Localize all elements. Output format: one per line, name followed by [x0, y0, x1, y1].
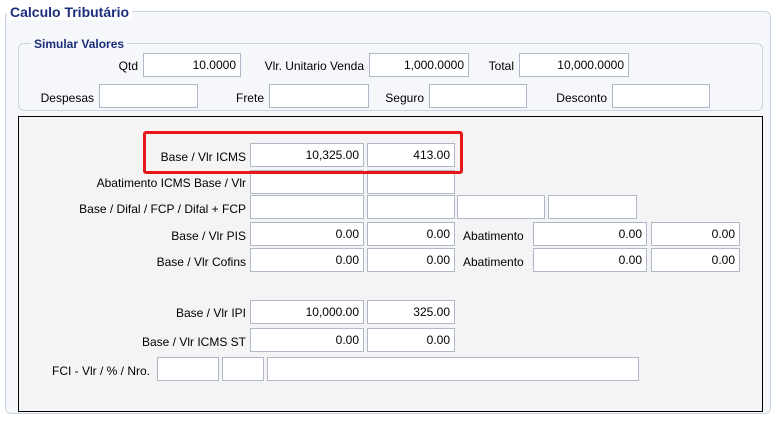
frete-field[interactable] — [269, 84, 369, 108]
cofins-abatimento-vlr-field[interactable] — [651, 248, 740, 272]
vlr-unitario-label: Vlr. Unitario Venda — [264, 59, 364, 73]
ipi-base-field[interactable] — [250, 300, 364, 324]
ipi-vlr-field[interactable] — [367, 300, 455, 324]
cofins-base-field[interactable] — [250, 248, 364, 272]
seguro-label: Seguro — [385, 91, 424, 105]
total-label: Total — [488, 59, 514, 73]
fci-nro-field[interactable] — [267, 357, 639, 381]
icms-st-label: Base / Vlr ICMS ST — [141, 335, 246, 349]
cofins-label: Base / Vlr Cofins — [156, 255, 246, 269]
fci-pct-field[interactable] — [222, 357, 264, 381]
simular-valores-legend: Simular Valores — [31, 37, 128, 51]
abatimento-icms-label: Abatimento ICMS Base / Vlr — [96, 176, 246, 190]
frete-label: Frete — [235, 91, 264, 105]
difal-plus-fcp-field[interactable] — [548, 195, 637, 219]
difal-base-field[interactable] — [250, 195, 364, 219]
pis-base-field[interactable] — [250, 222, 364, 246]
fci-vlr-field[interactable] — [157, 357, 219, 381]
cofins-vlr-field[interactable] — [367, 248, 455, 272]
difal-label: Base / Difal / FCP / Difal + FCP — [79, 202, 246, 216]
desconto-field[interactable] — [612, 84, 710, 108]
cofins-abatimento-base-field[interactable] — [533, 248, 647, 272]
fci-label: FCI - Vlr / % / Nro. — [51, 364, 150, 378]
vlr-unitario-field[interactable] — [369, 53, 469, 77]
section-title: Calculo Tributário — [7, 4, 133, 20]
ipi-label: Base / Vlr IPI — [175, 306, 246, 320]
pis-vlr-field[interactable] — [367, 222, 455, 246]
cofins-abatimento-label: Abatimento — [463, 255, 524, 269]
icms-st-base-field[interactable] — [250, 328, 364, 352]
desconto-label: Desconto — [556, 91, 607, 105]
despesas-label: Despesas — [40, 91, 94, 105]
qtd-label: Qtd — [118, 59, 138, 73]
difal-fcp-field[interactable] — [457, 195, 545, 219]
despesas-field[interactable] — [99, 84, 198, 108]
pis-abatimento-label: Abatimento — [463, 229, 524, 243]
total-field[interactable] — [519, 53, 629, 77]
qtd-field[interactable] — [143, 53, 241, 77]
icms-highlight-box — [143, 131, 463, 174]
pis-abatimento-vlr-field[interactable] — [651, 222, 740, 246]
seguro-field[interactable] — [429, 84, 527, 108]
pis-label: Base / Vlr PIS — [171, 229, 246, 243]
pis-abatimento-base-field[interactable] — [533, 222, 647, 246]
difal-field[interactable] — [367, 195, 455, 219]
icms-st-vlr-field[interactable] — [367, 328, 455, 352]
